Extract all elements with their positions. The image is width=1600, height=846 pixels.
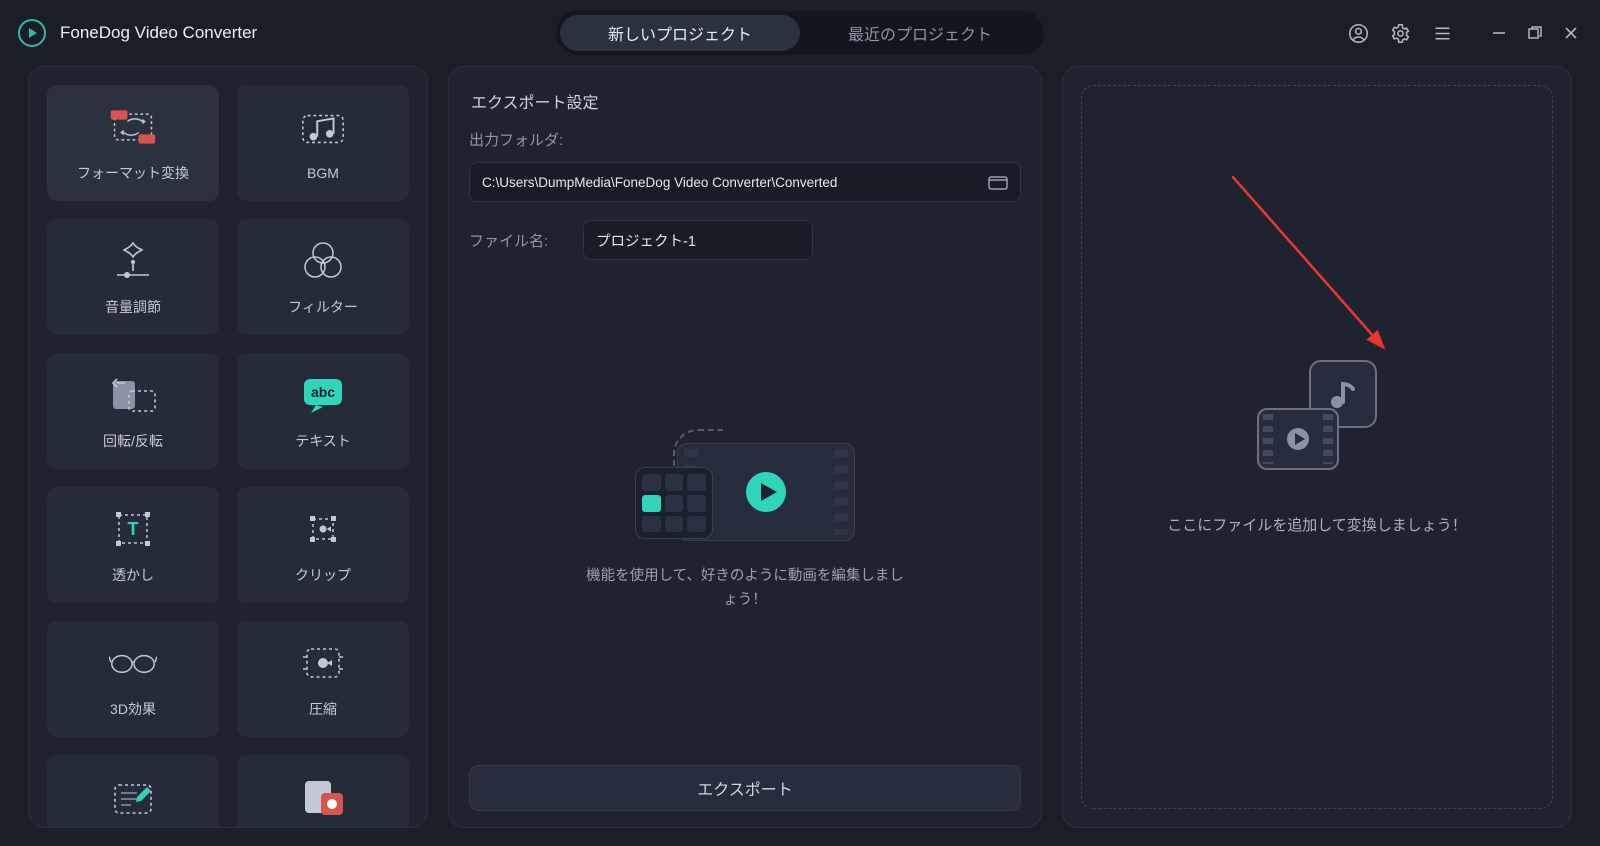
glasses-icon — [109, 639, 157, 687]
tool-rotate[interactable]: 回転/反転 — [47, 353, 219, 469]
file-name-row: ファイル名: — [469, 220, 1021, 260]
account-icon[interactable] — [1344, 19, 1372, 47]
crop-icon — [299, 505, 347, 553]
convert-icon — [109, 103, 157, 151]
minimize-button[interactable] — [1488, 22, 1510, 44]
tool-format-convert[interactable]: フォーマット変換 — [47, 85, 219, 201]
tool-id3[interactable]: ID3 — [47, 755, 219, 828]
tool-label: テキスト — [295, 431, 351, 451]
tool-label: 音量調節 — [105, 297, 161, 317]
tool-text[interactable]: abc テキスト — [237, 353, 409, 469]
browse-folder-icon[interactable] — [988, 174, 1008, 190]
tool-label: 透かし — [112, 565, 154, 585]
media-files-icon — [1257, 360, 1377, 470]
tool-3d[interactable]: 3D効果 — [47, 621, 219, 737]
tools-grid: フォーマット変換 BGM 音量調節 フィルター — [47, 85, 409, 828]
screenshot-icon — [299, 773, 347, 821]
export-panel: エクスポート設定 出力フォルダ: C:\Users\DumpMedia\Fone… — [448, 66, 1042, 828]
maximize-button[interactable] — [1524, 22, 1546, 44]
tool-screenshot[interactable]: スクリーンショット — [237, 755, 409, 828]
tool-filter[interactable]: フィルター — [237, 219, 409, 335]
titlebar-right — [1344, 19, 1582, 47]
tab-recent-project[interactable]: 最近のプロジェクト — [800, 15, 1040, 51]
tool-label: クリップ — [295, 565, 351, 585]
id3-icon — [109, 775, 157, 823]
tool-watermark[interactable]: T 透かし — [47, 487, 219, 603]
window-controls — [1488, 22, 1582, 44]
rotate-icon — [109, 371, 157, 419]
annotation-arrow-icon — [1232, 176, 1412, 376]
titlebar: FoneDog Video Converter 新しいプロジェクト 最近のプロジ… — [0, 0, 1600, 66]
tool-label: BGM — [307, 165, 339, 181]
settings-icon[interactable] — [1386, 19, 1414, 47]
bgm-icon — [299, 105, 347, 153]
file-dropzone[interactable]: ここにファイルを追加して変換しましょう！ — [1081, 85, 1553, 809]
text-icon: abc — [299, 371, 347, 419]
volume-icon — [109, 237, 157, 285]
tool-label: 圧縮 — [309, 699, 337, 719]
file-name-input[interactable] — [583, 220, 813, 260]
center-empty-state: 機能を使用して、好きのように動画を編集しましょう！ — [469, 278, 1021, 765]
tool-volume[interactable]: 音量調節 — [47, 219, 219, 335]
svg-text:T: T — [128, 519, 139, 539]
svg-text:abc: abc — [311, 384, 335, 400]
output-folder-label: 出力フォルダ: — [469, 129, 569, 150]
center-hint: 機能を使用して、好きのように動画を編集しましょう！ — [585, 565, 905, 611]
export-button[interactable]: エクスポート — [469, 765, 1021, 811]
tool-label: 3D効果 — [110, 699, 156, 719]
tool-bgm[interactable]: BGM — [237, 85, 409, 201]
compress-icon — [299, 639, 347, 687]
app-title: FoneDog Video Converter — [60, 23, 257, 43]
project-tabs: 新しいプロジェクト 最近のプロジェクト — [556, 11, 1044, 55]
tool-label: 回転/反転 — [103, 431, 163, 451]
dropzone-hint: ここにファイルを追加して変換しましょう！ — [1167, 514, 1467, 535]
content: フォーマット変換 BGM 音量調節 フィルター — [0, 66, 1600, 846]
app-logo-icon — [18, 19, 46, 47]
export-title: エクスポート設定 — [471, 89, 1021, 113]
menu-icon[interactable] — [1428, 19, 1456, 47]
tab-new-project[interactable]: 新しいプロジェクト — [560, 15, 800, 51]
tool-label: フィルター — [288, 297, 358, 317]
dropzone-panel: ここにファイルを追加して変換しましょう！ — [1062, 66, 1572, 828]
tool-compress[interactable]: 圧縮 — [237, 621, 409, 737]
editor-illustration-icon — [635, 431, 855, 541]
tools-sidebar: フォーマット変換 BGM 音量調節 フィルター — [28, 66, 428, 828]
filter-icon — [299, 237, 347, 285]
output-folder-row: 出力フォルダ: — [469, 129, 1021, 150]
output-folder-path: C:\Users\DumpMedia\FoneDog Video Convert… — [482, 175, 978, 190]
output-folder-field[interactable]: C:\Users\DumpMedia\FoneDog Video Convert… — [469, 162, 1021, 202]
watermark-icon: T — [109, 505, 157, 553]
output-folder-input-row: C:\Users\DumpMedia\FoneDog Video Convert… — [469, 162, 1021, 202]
tool-label: フォーマット変換 — [77, 163, 189, 183]
tool-crop[interactable]: クリップ — [237, 487, 409, 603]
close-button[interactable] — [1560, 22, 1582, 44]
file-name-label: ファイル名: — [469, 230, 569, 251]
